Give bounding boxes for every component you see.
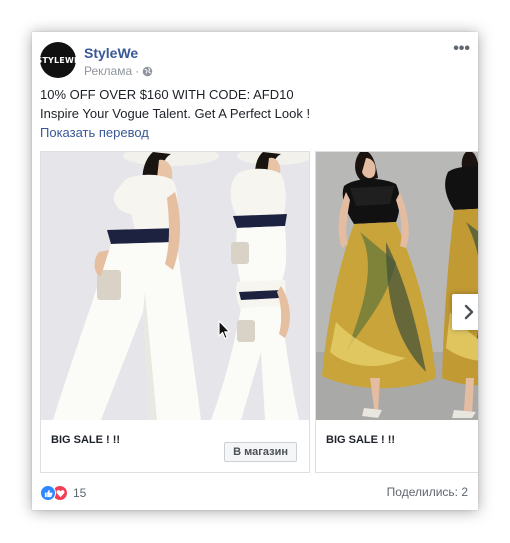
- chevron-right-icon: [464, 304, 474, 320]
- carousel-card[interactable]: BIG SALE ! !! В магазин: [40, 151, 310, 473]
- like-icon: [40, 485, 56, 501]
- avatar[interactable]: STYLEWE: [36, 42, 79, 78]
- post-text-line-1: 10% OFF OVER $160 WITH CODE: AFD10: [40, 87, 294, 102]
- see-translation-link[interactable]: Показать перевод: [40, 125, 149, 140]
- page-name-link[interactable]: StyleWe: [84, 45, 138, 61]
- carousel-next-button[interactable]: [452, 294, 478, 330]
- card-headline[interactable]: BIG SALE ! !!: [51, 434, 120, 446]
- card-footer: BIG SALE ! !!: [316, 420, 478, 474]
- shares-count-link[interactable]: Поделились: 2: [387, 485, 468, 499]
- card-footer: BIG SALE ! !! В магазин: [41, 420, 309, 474]
- product-carousel: BIG SALE ! !! В магазин BIG SALE ! !!: [40, 151, 478, 474]
- meta-separator: ·: [135, 64, 140, 78]
- ad-post-card: STYLEWE StyleWe Реклама · ••• 10% OFF OV…: [32, 32, 478, 510]
- card-headline[interactable]: BIG SALE ! !!: [326, 434, 395, 446]
- more-options-icon[interactable]: •••: [453, 41, 470, 57]
- product-image-white-jumpsuit[interactable]: [41, 152, 309, 420]
- product-image-floral-maxi-dress[interactable]: [316, 152, 478, 420]
- reaction-count: 15: [73, 486, 87, 500]
- mouse-cursor-icon: [218, 320, 231, 340]
- sponsored-label[interactable]: Реклама: [84, 64, 132, 78]
- sponsored-row: Реклама ·: [84, 64, 153, 78]
- globe-icon[interactable]: [142, 66, 153, 77]
- post-text: 10% OFF OVER $160 WITH CODE: AFD10 Inspi…: [40, 85, 470, 123]
- post-header: STYLEWE StyleWe Реклама · •••: [36, 41, 470, 82]
- post-text-line-2: Inspire Your Vogue Talent. Get A Perfect…: [40, 106, 311, 121]
- reactions-summary[interactable]: 15: [40, 485, 86, 501]
- shop-now-button[interactable]: В магазин: [224, 442, 297, 462]
- avatar-logo-text: STYLEWE: [36, 55, 80, 65]
- post-footer: 15 Поделились: 2: [40, 484, 468, 502]
